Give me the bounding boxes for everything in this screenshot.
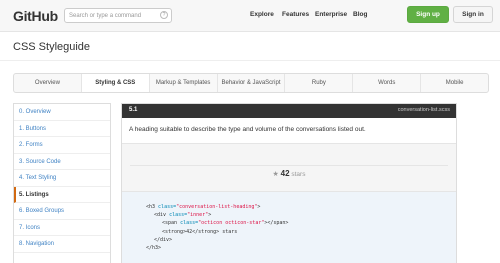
tab-words[interactable]: Words bbox=[353, 74, 422, 92]
tab-styling-css[interactable]: Styling & CSS bbox=[81, 74, 150, 92]
site-header: GitHub Search or type a command ? Explor… bbox=[0, 0, 500, 32]
section-number: 5.1 bbox=[129, 107, 138, 113]
code-line: </div> bbox=[154, 236, 173, 243]
sidebar-item-buttons[interactable]: 1. Buttons bbox=[14, 121, 110, 137]
page-title: CSS Styleguide bbox=[13, 41, 91, 53]
nav-blog[interactable]: Blog bbox=[353, 11, 367, 18]
help-icon[interactable]: ? bbox=[160, 11, 168, 19]
sidebar-item-source-code[interactable]: 3. Source Code bbox=[14, 154, 110, 170]
tab-mobile[interactable]: Mobile bbox=[421, 74, 488, 92]
sidebar-item-listings[interactable]: 5. Listings bbox=[14, 186, 110, 203]
nav-enterprise[interactable]: Enterprise bbox=[315, 11, 347, 18]
star-label: stars bbox=[291, 171, 306, 178]
example-preview: ★ 42 stars bbox=[122, 144, 456, 192]
github-logo[interactable]: GitHub bbox=[13, 8, 58, 24]
styleguide-tabs: Overview Styling & CSS Markup & Template… bbox=[13, 73, 489, 93]
code-line: <div class="inner"> bbox=[154, 212, 212, 219]
search-input[interactable]: Search or type a command ? bbox=[64, 8, 172, 23]
code-line: <h3 class="conversation-list-heading"> bbox=[146, 204, 261, 210]
example-divider bbox=[130, 165, 448, 166]
star-icon: ★ bbox=[272, 171, 279, 178]
sidebar-item-overview[interactable]: 0. Overview bbox=[14, 104, 110, 121]
conversation-list-heading: ★ 42 stars bbox=[122, 169, 456, 178]
nav-explore[interactable]: Explore bbox=[250, 11, 274, 18]
search-placeholder: Search or type a command bbox=[69, 13, 142, 19]
star-count: 42 bbox=[280, 169, 290, 178]
sidebar-item-navigation[interactable]: 8. Navigation bbox=[14, 236, 110, 253]
sign-up-button[interactable]: Sign up bbox=[407, 6, 449, 23]
sidebar-item-icons[interactable]: 7. Icons bbox=[14, 220, 110, 236]
code-line: <strong>42</strong> stars bbox=[162, 228, 238, 235]
tab-behavior-javascript[interactable]: Behavior & JavaScript bbox=[218, 74, 286, 92]
styleguide-section: 5.1 conversation-list.scss A heading sui… bbox=[121, 103, 457, 263]
tab-ruby[interactable]: Ruby bbox=[285, 74, 354, 92]
code-sample: <h3 class="conversation-list-heading"> <d… bbox=[122, 192, 456, 263]
tab-markup-templates[interactable]: Markup & Templates bbox=[150, 74, 218, 92]
sidebar-item-text-styling[interactable]: 4. Text Styling bbox=[14, 170, 110, 187]
section-description: A heading suitable to describe the type … bbox=[122, 118, 456, 144]
sidebar-item-boxed-groups[interactable]: 6. Boxed Groups bbox=[14, 203, 110, 220]
nav-features[interactable]: Features bbox=[282, 11, 309, 18]
sign-in-button[interactable]: Sign in bbox=[453, 6, 493, 23]
title-divider bbox=[0, 60, 500, 61]
section-header: 5.1 conversation-list.scss bbox=[122, 104, 456, 118]
sidebar-item-forms[interactable]: 2. Forms bbox=[14, 137, 110, 154]
code-line: </h3> bbox=[146, 245, 162, 252]
tab-overview[interactable]: Overview bbox=[14, 74, 82, 92]
sidebar-nav: 0. Overview 1. Buttons 2. Forms 3. Sourc… bbox=[13, 103, 111, 263]
section-file-link[interactable]: conversation-list.scss bbox=[398, 107, 450, 113]
code-line: <span class="octicon octicon-star"></spa… bbox=[162, 220, 289, 227]
